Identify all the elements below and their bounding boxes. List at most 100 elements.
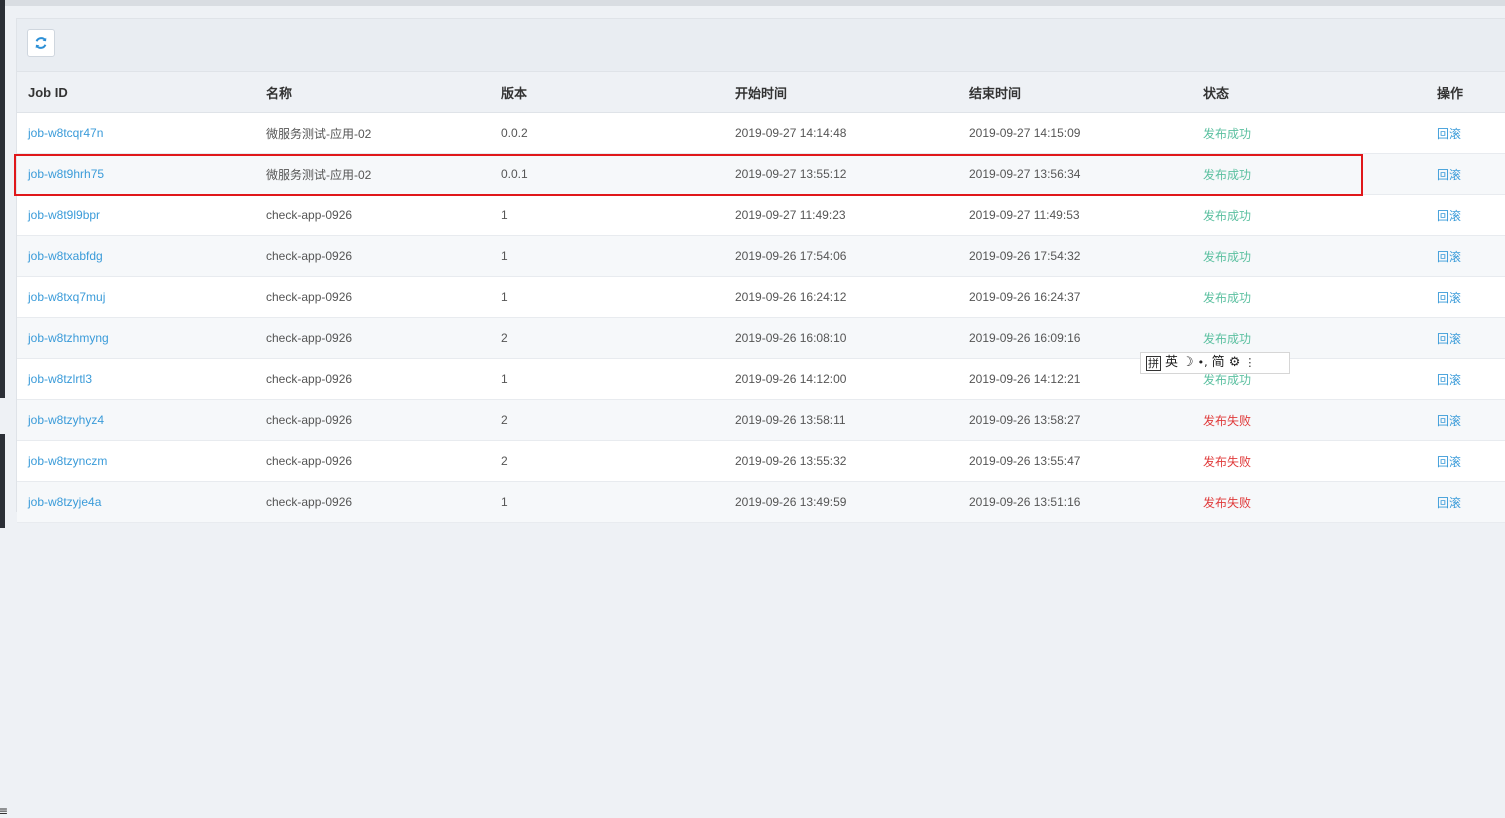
status-text: 发布成功 <box>1203 126 1252 141</box>
job-name: 微服务测试-应用-02 <box>266 167 372 182</box>
table-cell: job-w8txq7muj <box>17 276 255 318</box>
table-cell: 微服务测试-应用-02 <box>255 153 490 195</box>
start-time: 2019-09-26 13:58:11 <box>735 413 846 427</box>
table-cell: 发布失败 <box>1192 481 1426 523</box>
table-cell: 发布失败 <box>1192 399 1426 441</box>
header-end-time: 结束时间 <box>958 72 1192 113</box>
rollback-link[interactable]: 回滚 <box>1437 209 1461 223</box>
job-id-link[interactable]: job-w8txabfdg <box>28 249 103 263</box>
table-cell: 2019-09-27 13:56:34 <box>958 153 1192 195</box>
table-cell: check-app-0926 <box>255 481 490 523</box>
job-version: 2 <box>501 331 508 345</box>
table-cell: job-w8tzyhyz4 <box>17 399 255 441</box>
ime-mode-toggle[interactable]: 拼 <box>1146 355 1161 371</box>
table-cell: 回滚 <box>1426 194 1505 236</box>
job-id-link[interactable]: job-w8tzynczm <box>28 454 107 468</box>
table-row: job-w8tzyje4a check-app-0926 1 2019-09-26 1… <box>17 481 1505 523</box>
table-cell: job-w8tzlrtl3 <box>17 358 255 400</box>
table-cell: 2019-09-26 17:54:06 <box>724 235 958 277</box>
table-cell: job-w8tzyje4a <box>17 481 255 523</box>
job-version: 1 <box>501 290 508 304</box>
table-row: job-w8txabfdg check-app-0926 1 2019-09-26 1… <box>17 235 1505 277</box>
header-status: 状态 <box>1192 72 1426 113</box>
ime-punctuation-toggle[interactable]: •, <box>1198 353 1208 373</box>
job-id-link[interactable]: job-w8tzyhyz4 <box>28 413 104 427</box>
table-cell: 2019-09-26 13:58:11 <box>724 399 958 441</box>
status-text: 发布成功 <box>1203 331 1252 346</box>
status-text: 发布成功 <box>1203 208 1252 223</box>
start-time: 2019-09-26 17:54:06 <box>735 249 847 263</box>
table-cell: 2019-09-26 16:08:10 <box>724 317 958 359</box>
table-cell: job-w8t9hrh75 <box>17 153 255 195</box>
table-row: job-w8t9l9bpr check-app-0926 1 2019-09-27 1… <box>17 194 1505 236</box>
start-time: 2019-09-26 16:08:10 <box>735 331 847 345</box>
job-name: check-app-0926 <box>266 331 353 345</box>
job-table: Job ID 名称 版本 开始时间 结束时间 状态 操作 job-w8tcqr4… <box>17 72 1505 523</box>
rollback-link[interactable]: 回滚 <box>1437 373 1461 387</box>
table-cell: job-w8t9l9bpr <box>17 194 255 236</box>
table-cell: 2019-09-26 13:55:32 <box>724 440 958 482</box>
job-id-link[interactable]: job-w8tzyje4a <box>28 495 101 509</box>
job-id-link[interactable]: job-w8tzhmyng <box>28 331 109 345</box>
menu-icon[interactable]: ≡ <box>0 804 8 818</box>
job-version: 2 <box>501 413 508 427</box>
job-id-link[interactable]: job-w8txq7muj <box>28 290 105 304</box>
table-cell: 0.0.1 <box>490 153 724 195</box>
job-version: 1 <box>501 249 508 263</box>
table-cell: check-app-0926 <box>255 235 490 277</box>
status-text: 发布失败 <box>1203 413 1252 428</box>
ime-moon-icon[interactable]: ☽ <box>1182 353 1194 373</box>
table-cell: 2019-09-26 13:55:47 <box>958 440 1192 482</box>
table-cell: 回滚 <box>1426 358 1505 400</box>
left-sidebar-edge: ≡ <box>0 0 8 818</box>
table-cell: 2 <box>490 317 724 359</box>
table-cell: 回滚 <box>1426 112 1505 154</box>
gear-icon[interactable]: ⚙ <box>1229 353 1241 373</box>
job-version: 0.0.1 <box>501 167 528 181</box>
status-text: 发布失败 <box>1203 495 1252 510</box>
table-cell: 发布成功 <box>1192 153 1426 195</box>
rollback-link[interactable]: 回滚 <box>1437 455 1461 469</box>
table-cell: 2019-09-26 14:12:00 <box>724 358 958 400</box>
rollback-link[interactable]: 回滚 <box>1437 332 1461 346</box>
job-list-panel: Job ID 名称 版本 开始时间 结束时间 状态 操作 job-w8tcqr4… <box>16 18 1505 523</box>
rollback-link[interactable]: 回滚 <box>1437 414 1461 428</box>
table-cell: 1 <box>490 481 724 523</box>
table-row: job-w8txq7muj check-app-0926 1 2019-09-26 1… <box>17 276 1505 318</box>
end-time: 2019-09-27 14:15:09 <box>969 126 1081 140</box>
table-cell: job-w8tzhmyng <box>17 317 255 359</box>
rollback-link[interactable]: 回滚 <box>1437 250 1461 264</box>
rollback-link[interactable]: 回滚 <box>1437 291 1461 305</box>
table-cell: 2019-09-26 13:51:16 <box>958 481 1192 523</box>
job-id-link[interactable]: job-w8t9l9bpr <box>28 208 100 222</box>
table-cell: job-w8txabfdg <box>17 235 255 277</box>
table-cell: 回滚 <box>1426 235 1505 277</box>
table-cell: 2019-09-27 11:49:53 <box>958 194 1192 236</box>
ime-script-toggle[interactable]: 简 <box>1212 353 1225 373</box>
end-time: 2019-09-26 16:09:16 <box>969 331 1081 345</box>
job-version: 1 <box>501 495 508 509</box>
table-cell: check-app-0926 <box>255 440 490 482</box>
table-cell: check-app-0926 <box>255 317 490 359</box>
refresh-button[interactable] <box>27 29 55 57</box>
table-cell: 回滚 <box>1426 276 1505 318</box>
rollback-link[interactable]: 回滚 <box>1437 496 1461 510</box>
more-icon[interactable]: ⋮ <box>1244 353 1255 373</box>
job-name: check-app-0926 <box>266 249 353 263</box>
ime-language-toggle[interactable]: 英 <box>1165 353 1178 373</box>
job-name: check-app-0926 <box>266 208 353 222</box>
table-cell: 1 <box>490 194 724 236</box>
ime-toolbar: 拼 英 ☽ •, 简 ⚙ ⋮ <box>1140 352 1290 374</box>
table-cell: 2019-09-26 13:58:27 <box>958 399 1192 441</box>
end-time: 2019-09-26 13:55:47 <box>969 454 1081 468</box>
table-cell: 发布成功 <box>1192 235 1426 277</box>
rollback-link[interactable]: 回滚 <box>1437 168 1461 182</box>
job-id-link[interactable]: job-w8tzlrtl3 <box>28 372 92 386</box>
end-time: 2019-09-27 11:49:53 <box>969 208 1080 222</box>
sidebar-toggle[interactable]: ≡ <box>0 398 8 818</box>
header-version: 版本 <box>490 72 724 113</box>
job-id-link[interactable]: job-w8t9hrh75 <box>28 167 104 181</box>
rollback-link[interactable]: 回滚 <box>1437 127 1461 141</box>
job-version: 0.0.2 <box>501 126 528 140</box>
job-id-link[interactable]: job-w8tcqr47n <box>28 126 103 140</box>
